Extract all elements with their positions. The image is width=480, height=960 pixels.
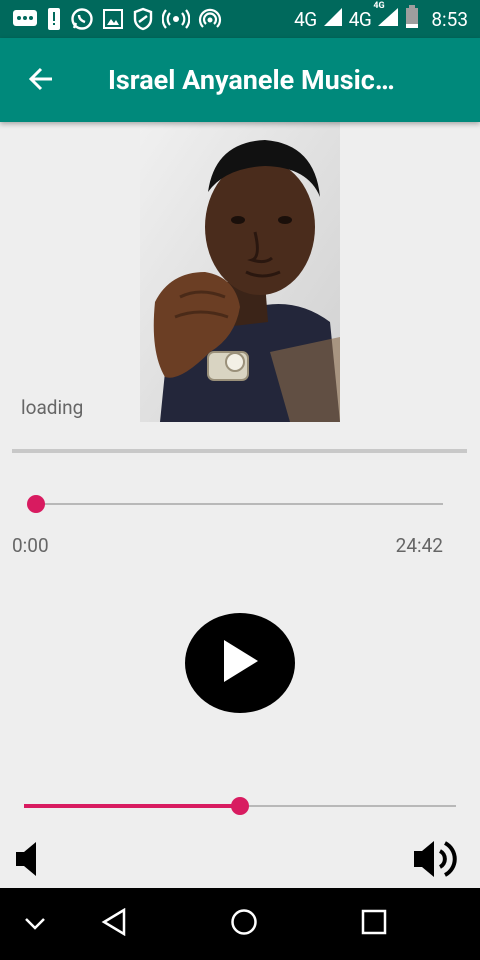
divider (12, 449, 467, 453)
nav-recents-button[interactable] (354, 888, 394, 960)
total-time: 24:42 (395, 534, 443, 557)
clock: 8:53 (431, 7, 468, 31)
signal-icon (323, 7, 343, 32)
alert-icon (46, 7, 62, 31)
network-badge: 4G (373, 0, 385, 11)
message-icon (12, 8, 38, 30)
volume-low-icon (14, 842, 40, 882)
volume-up-button[interactable] (412, 838, 460, 880)
home-circle-icon (230, 908, 258, 940)
whatsapp-icon (70, 7, 94, 31)
app-bar: Israel Anyanele Music… (0, 38, 480, 122)
volume-thumb[interactable] (231, 797, 249, 815)
notification-icons (12, 6, 222, 32)
hotspot-icon (198, 7, 222, 31)
network-type-2: 4G (348, 7, 372, 31)
seek-bar[interactable] (36, 503, 443, 505)
loading-status: loading (21, 396, 84, 419)
broadcast-icon (162, 8, 190, 30)
hide-keyboard-button[interactable] (16, 888, 54, 960)
vpn-icon (132, 7, 154, 31)
back-triangle-icon (101, 907, 127, 940)
arrow-back-icon (28, 66, 54, 96)
chevron-down-icon (24, 915, 46, 934)
current-time: 0:00 (12, 534, 49, 557)
album-art (140, 122, 340, 422)
back-button[interactable] (20, 60, 62, 102)
signal-icon-2: 4G (373, 1, 399, 32)
nav-back-button[interactable] (94, 888, 134, 960)
nav-home-button[interactable] (224, 888, 264, 960)
system-status: 4G 4G 4G 8:53 (294, 1, 468, 34)
image-icon (102, 8, 124, 30)
volume-fill (24, 804, 240, 808)
network-type-1: 4G (294, 7, 317, 31)
play-button[interactable] (185, 613, 295, 713)
status-bar: 4G 4G 4G 8:53 (0, 0, 480, 38)
recents-square-icon (361, 909, 387, 939)
seek-thumb[interactable] (27, 495, 45, 513)
volume-down-button[interactable] (14, 840, 40, 878)
volume-high-icon (412, 841, 460, 884)
page-title: Israel Anyanele Music… (108, 64, 395, 96)
navigation-bar (0, 888, 480, 960)
battery-icon (405, 4, 419, 34)
play-icon (220, 638, 260, 688)
